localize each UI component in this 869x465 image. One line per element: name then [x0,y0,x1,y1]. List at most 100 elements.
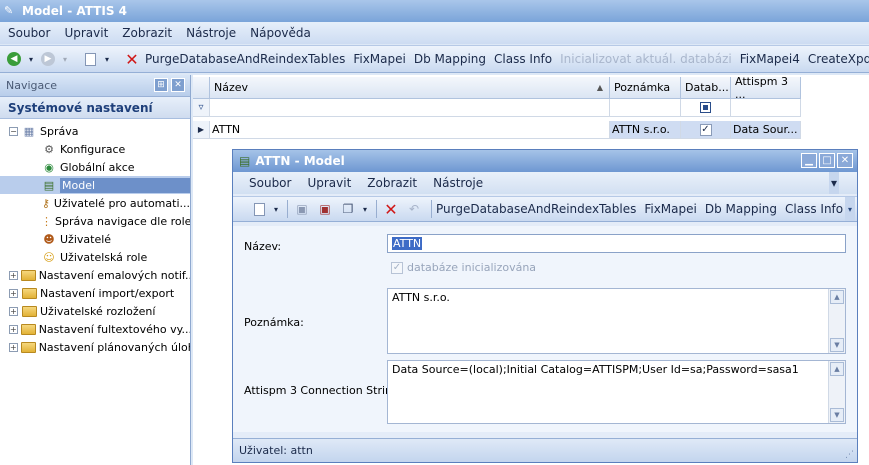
tree-item-uzivatele[interactable]: ☻ Uživatelé [0,230,190,248]
column-header-poznamka[interactable]: Poznámka [610,77,681,99]
menu-soubor[interactable]: Soubor [249,176,291,190]
tree-item-sprava-navigace[interactable]: ⋮ Správa navigace dle role [0,212,190,230]
sort-ascending-icon: ▲ [596,83,603,92]
nav-section-title[interactable]: Systémové nastavení [0,97,190,119]
delete-icon[interactable]: ✕ [381,198,401,220]
forward-button[interactable]: ▶ [38,48,58,70]
back-dropdown-icon[interactable]: ▾ [27,48,35,70]
poznamka-field[interactable]: ATTN s.r.o. ▲ ▼ [387,288,846,354]
navigation-header: Navigace ⊞ ✕ [0,75,190,97]
window-title: Model - ATTIS 4 [22,4,127,18]
db-mapping-button[interactable]: Db Mapping [705,202,777,216]
tree-item-email-notifications[interactable]: + Nastavení emalových notif... [0,266,190,284]
forward-dropdown-icon[interactable]: ▾ [61,48,69,70]
expand-icon[interactable]: + [9,324,18,334]
fix-mapei-button[interactable]: FixMapei [644,202,697,216]
menu-napoveda[interactable]: Nápověda [250,26,311,40]
detail-window-title: ATTN - Model [255,154,345,168]
expand-icon[interactable]: + [9,288,18,298]
menu-zobrazit[interactable]: Zobrazit [122,26,172,40]
menubar-overflow-icon[interactable]: ▾ [829,172,839,194]
table-row-cell-attispm[interactable]: Data Sour... [731,121,801,139]
menu-soubor[interactable]: Soubor [8,26,50,40]
purge-database-button[interactable]: PurgeDatabaseAndReindexTables [145,52,345,66]
tree-item-fulltext[interactable]: + Nastavení fultextového vy... [0,320,190,338]
toolbar-overflow-icon[interactable]: ▾ [845,197,855,221]
expand-icon[interactable]: + [9,306,18,316]
filter-cell-attispm[interactable] [731,99,801,117]
expand-icon[interactable]: + [9,270,18,280]
new-document-icon[interactable] [80,48,100,70]
expand-icon[interactable]: + [9,342,18,352]
db-mapping-button[interactable]: Db Mapping [414,52,486,66]
filter-cell-poznamka[interactable] [610,99,681,117]
new-dropdown-icon[interactable]: ▾ [103,48,111,70]
filter-checkbox[interactable] [681,99,731,117]
menu-upravit[interactable]: Upravit [307,176,351,190]
tree-item-label: Konfigurace [60,142,126,156]
fix-mapei-button[interactable]: FixMapei [353,52,406,66]
save-icon[interactable]: ▣ [292,198,312,220]
create-xpdl-button[interactable]: CreateXpdl [808,52,869,66]
menu-upravit[interactable]: Upravit [64,26,108,40]
tree-item-uzivatele-automatizace[interactable]: ⚷ Uživatelé pro automati... [0,194,190,212]
tree-item-import-export[interactable]: + Nastavení import/export [0,284,190,302]
tree-item-scheduled-tasks[interactable]: + Nastavení plánovaných úloh [0,338,190,356]
back-button[interactable]: ◀ [4,48,24,70]
tree-item-konfigurace[interactable]: ⚙ Konfigurace [0,140,190,158]
admin-icon: ▦ [23,124,35,138]
model-icon: ▤ [239,154,251,168]
main-menubar: Soubor Upravit Zobrazit Nástroje Nápověd… [0,22,869,44]
pin-icon[interactable]: ⊞ [154,78,168,92]
navigation-title: Navigace [6,79,58,92]
save-close-icon[interactable]: ▣ [315,198,335,220]
tree-item-uzivatelska-role[interactable]: ☺ Uživatelská role [0,248,190,266]
column-header-databaze[interactable]: Datab... [681,77,731,99]
tree-item-sprava[interactable]: − ▦ Správa [0,122,190,140]
new-dropdown-icon[interactable]: ▾ [272,198,280,220]
init-database-button[interactable]: Inicializovat aktuál. databázi [560,52,732,66]
conn-string-field[interactable]: Data Source=(local);Initial Catalog=ATTI… [387,360,846,424]
table-row-checkbox[interactable]: ✓ [681,121,731,139]
table-row-cell-nazev[interactable]: ATTN [210,121,610,139]
collapse-icon[interactable]: − [9,126,18,136]
maximize-icon[interactable]: □ [819,153,835,168]
column-header-label: Attispm 3 ... [735,74,788,101]
row-indicator[interactable]: ▶ [193,121,210,139]
scroll-up-icon[interactable]: ▲ [830,290,844,304]
scroll-down-icon[interactable]: ▼ [830,338,844,352]
purge-database-button[interactable]: PurgeDatabaseAndReindexTables [436,202,636,216]
undo-icon[interactable]: ↶ [404,198,424,220]
menu-nastroje[interactable]: Nástroje [186,26,236,40]
menu-nastroje[interactable]: Nástroje [433,176,483,190]
menu-zobrazit[interactable]: Zobrazit [367,176,417,190]
minimize-icon[interactable]: ▁ [801,153,817,168]
tree-item-globalni-akce[interactable]: ◉ Globální akce [0,158,190,176]
copy-dropdown-icon[interactable]: ▾ [361,198,369,220]
db-initialized-checkbox[interactable]: ✓ [391,262,403,274]
class-info-button[interactable]: Class Info [494,52,552,66]
nazev-field[interactable]: ATTN [387,234,846,253]
filter-row-icon[interactable]: ▿ [193,99,210,117]
new-document-icon[interactable] [249,198,269,220]
tree-item-model[interactable]: ▤ Model [0,176,190,194]
poznamka-scrollbar[interactable]: ▲ ▼ [828,289,845,353]
user-icon: ☻ [43,232,55,246]
close-icon[interactable]: ✕ [837,153,853,168]
table-row-cell-poznamka[interactable]: ATTN s.r.o. [610,121,681,139]
close-icon[interactable]: ✕ [171,78,185,92]
column-header-attispm[interactable]: Attispm 3 ... [731,74,801,101]
scroll-up-icon[interactable]: ▲ [830,362,844,376]
copy-icon[interactable]: ❐ [338,198,358,220]
conn-string-value: Data Source=(local);Initial Catalog=ATTI… [392,363,799,376]
conn-string-scrollbar[interactable]: ▲ ▼ [828,361,845,423]
delete-icon[interactable]: ✕ [122,48,142,70]
filter-cell-nazev[interactable] [210,99,610,117]
class-info-button[interactable]: Class Info [785,202,843,216]
fix-mapei4-button[interactable]: FixMapei4 [740,52,800,66]
tree-item-label: Nastavení plánovaných úloh [38,340,190,354]
resize-grip-icon[interactable]: ⋰ [845,450,854,460]
scroll-down-icon[interactable]: ▼ [830,408,844,422]
column-header-nazev[interactable]: Název ▲ [210,77,610,99]
tree-item-user-layout[interactable]: + Uživatelské rozložení [0,302,190,320]
